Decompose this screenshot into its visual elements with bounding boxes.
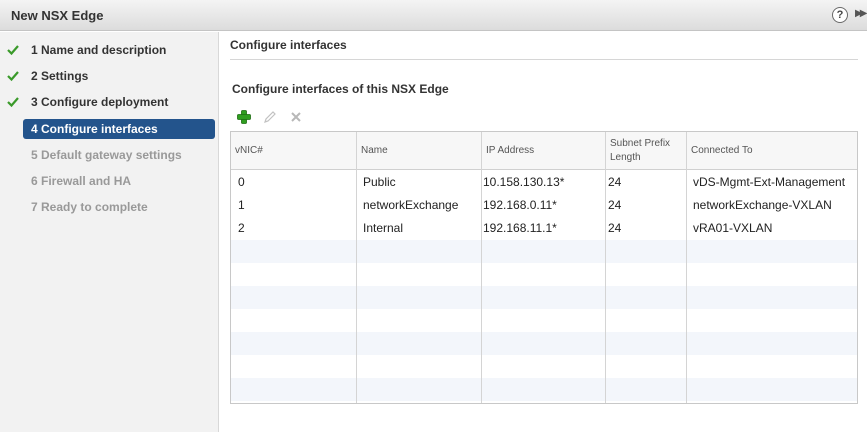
interfaces-table: vNIC# Name IP Address Subnet Prefix Leng… <box>230 131 858 404</box>
empty-row <box>231 355 857 378</box>
cell-vnic: 2 <box>238 221 245 235</box>
step-ready-to-complete: 7 Ready to complete <box>31 200 148 214</box>
section-divider <box>230 59 858 60</box>
table-header: vNIC# Name IP Address Subnet Prefix Leng… <box>231 132 857 170</box>
step-default-gateway-settings: 5 Default gateway settings <box>31 148 182 162</box>
empty-row <box>231 286 857 309</box>
section-title: Configure interfaces <box>230 38 347 52</box>
cell-ip-address: 192.168.11.1* <box>483 221 557 235</box>
cell-name: networkExchange <box>363 198 459 212</box>
cell-name: Internal <box>363 221 404 235</box>
check-icon <box>7 97 19 108</box>
add-icon[interactable] <box>236 109 252 125</box>
cell-ip-address: 192.168.0.11* <box>483 198 557 212</box>
cell-subnet-prefix: 24 <box>608 175 622 189</box>
table-row[interactable]: 0 Public 10.158.130.13* 24 vDS-Mgmt-Ext-… <box>231 171 857 194</box>
cell-ip-address: 10.158.130.13* <box>483 175 565 189</box>
cell-connected-to: vRA01-VXLAN <box>693 221 773 235</box>
column-header-ip-address[interactable]: IP Address <box>482 132 605 170</box>
column-divider <box>356 132 357 403</box>
empty-row <box>231 332 857 355</box>
column-header-name[interactable]: Name <box>357 132 481 170</box>
cell-connected-to: networkExchange-VXLAN <box>693 198 832 212</box>
dialog-title: New NSX Edge <box>11 8 104 23</box>
column-header-connected-to[interactable]: Connected To <box>687 132 857 170</box>
help-icon[interactable]: ? <box>832 7 848 23</box>
table-row[interactable]: 1 networkExchange 192.168.0.11* 24 netwo… <box>231 194 857 217</box>
cell-name: Public <box>363 175 396 189</box>
step-settings[interactable]: 2 Settings <box>23 66 215 86</box>
check-icon <box>7 45 19 56</box>
empty-row <box>231 263 857 286</box>
edit-pencil-icon[interactable] <box>262 109 278 125</box>
cell-connected-to: vDS-Mgmt-Ext-Management <box>693 175 846 189</box>
column-divider <box>686 132 687 403</box>
column-divider <box>605 132 606 403</box>
wizard-steps-sidebar: 1 Name and description 2 Settings 3 Conf… <box>0 32 219 432</box>
step-firewall-and-ha: 6 Firewall and HA <box>31 174 132 188</box>
dialog-titlebar: New NSX Edge ? ▶▶ <box>0 0 867 31</box>
column-header-vnic[interactable]: vNIC# <box>231 132 356 170</box>
cell-vnic: 1 <box>238 198 245 212</box>
empty-row <box>231 240 857 263</box>
check-icon <box>7 71 19 82</box>
empty-row <box>231 378 857 401</box>
column-header-subnet-prefix-length[interactable]: Subnet Prefix Length <box>606 132 686 170</box>
empty-row <box>231 309 857 332</box>
table-row[interactable]: 2 Internal 192.168.11.1* 24 vRA01-VXLAN <box>231 217 857 240</box>
cell-vnic: 0 <box>238 175 245 189</box>
cell-subnet-prefix: 24 <box>608 198 622 212</box>
expand-icon[interactable]: ▶▶ <box>855 8 867 19</box>
step-configure-deployment[interactable]: 3 Configure deployment <box>23 92 215 112</box>
cell-subnet-prefix: 24 <box>608 221 622 235</box>
delete-x-icon[interactable] <box>288 109 304 125</box>
main-panel: Configure interfaces Configure interface… <box>220 32 867 432</box>
sub-title: Configure interfaces of this NSX Edge <box>232 82 449 96</box>
column-divider <box>481 132 482 403</box>
step-configure-interfaces[interactable]: 4 Configure interfaces <box>23 119 215 139</box>
step-name-and-description[interactable]: 1 Name and description <box>23 40 215 60</box>
